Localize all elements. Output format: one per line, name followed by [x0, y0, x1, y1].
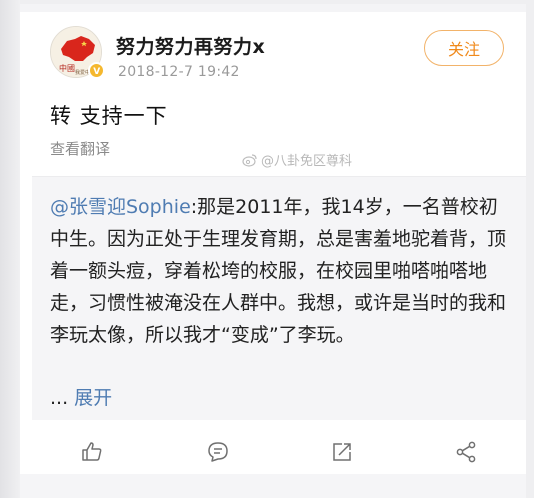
- comment-icon: [208, 442, 228, 462]
- quoted-post-text: @张雪迎Sophie:那是2011年，我14岁，一名普校初中生。因为正处于生理发…: [50, 191, 515, 351]
- next-card-strip: [20, 474, 526, 498]
- share-icon: [456, 441, 476, 463]
- share-button[interactable]: [450, 436, 482, 468]
- post-timestamp: 2018-12-7 19:42: [118, 64, 240, 80]
- verified-badge-icon: V: [88, 62, 105, 79]
- username[interactable]: 努力努力再努力x: [116, 32, 265, 59]
- svg-text:V: V: [93, 67, 100, 77]
- view-translation-link[interactable]: 查看翻译: [50, 138, 110, 159]
- watermark: @八卦免区尊科: [242, 150, 352, 169]
- follow-button[interactable]: 关注: [424, 30, 504, 66]
- weibo-logo-icon: [242, 153, 257, 167]
- like-button[interactable]: [76, 436, 108, 468]
- action-bar: [20, 432, 526, 472]
- repost-button[interactable]: [326, 436, 358, 468]
- svg-text:中國: 中國: [59, 63, 75, 73]
- expand-row: ... 展开: [50, 383, 112, 410]
- comment-button[interactable]: [202, 436, 234, 468]
- card-top-divider: [20, 4, 526, 12]
- weibo-post-card: 中國 我爱中国 V 努力努力再努力x 2018-12-7 19:42 关注 转 …: [20, 4, 526, 474]
- ellipsis: ...: [50, 387, 69, 409]
- repost-comment: 转 支持一下: [50, 104, 168, 128]
- watermark-text: @八卦免区尊科: [261, 154, 353, 169]
- expand-link[interactable]: 展开: [74, 387, 112, 409]
- mention-link[interactable]: @张雪迎Sophie: [50, 196, 191, 218]
- quoted-body-text: :那是2011年，我14岁，一名普校初中生。因为正处于生理发育期，总是害羞地驼着…: [50, 196, 507, 346]
- repost-icon: [333, 443, 351, 461]
- quoted-post[interactable]: @张雪迎Sophie:那是2011年，我14岁，一名普校初中生。因为正处于生理发…: [32, 176, 526, 420]
- left-edge: [0, 0, 20, 498]
- like-icon: [82, 442, 102, 461]
